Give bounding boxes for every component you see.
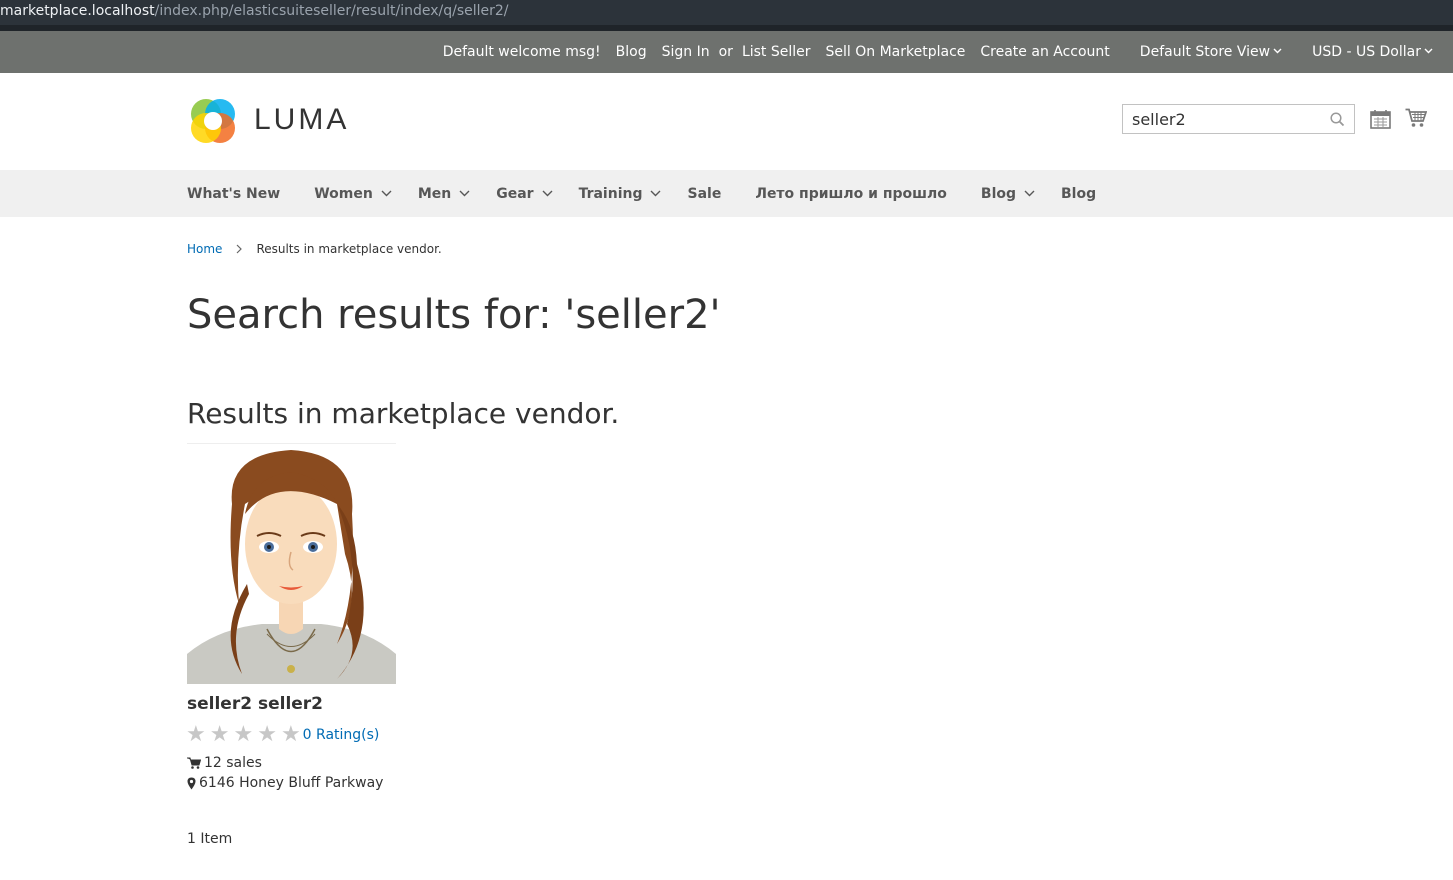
vendor-avatar-illustration [187,450,396,684]
cart-icon[interactable] [1405,108,1427,128]
chevron-down-icon [650,190,661,197]
nav-item-label: Men [417,185,452,202]
store-view-switcher[interactable]: Default Store View [1125,44,1282,60]
chevron-down-icon [542,190,553,197]
luma-logo-icon[interactable] [187,95,239,147]
blog-link[interactable]: Blog [616,44,647,60]
page-title: Search results for: 'seller2' [187,292,721,338]
nav-item-label: Gear [496,185,534,202]
url-host: marketplace.localhost [0,3,155,19]
currency-switcher[interactable]: USD - US Dollar [1297,44,1433,60]
sales-count: 12 sales [204,755,262,771]
nav-item[interactable]: Лето пришло и прошло [755,186,947,202]
section-title: Results in marketplace vendor. [187,397,620,430]
nav-item[interactable]: Blog [981,186,1035,202]
nav-item-label: What's New [187,185,281,202]
welcome-message: Default welcome msg! [442,44,601,60]
list-seller-link[interactable]: List Seller [742,44,811,60]
chevron-right-icon [237,244,243,254]
star-icon: ★ [233,722,254,747]
nav-item-label: Blog [1061,185,1097,202]
search-icon[interactable] [1330,112,1345,127]
logo-text[interactable]: LUMA [254,103,349,137]
nav-item-label: Лето пришло и прошло [755,185,947,202]
search-input[interactable]: seller2 [1132,110,1186,129]
nav-item-label: Blog [980,185,1017,202]
breadcrumb-home-link[interactable]: Home [187,242,222,256]
header-panel: Default welcome msg! Blog Sign In or Lis… [0,31,1453,74]
breadcrumb: Home Results in marketplace vendor. [187,242,442,256]
vendor-rating: ★ ★ ★ ★ ★ 0 Rating(s) [186,724,379,746]
star-icon: ★ [186,722,206,747]
breadcrumb-current: Results in marketplace vendor. [256,242,442,256]
chevron-down-icon [1024,190,1035,197]
vendor-avatar[interactable] [187,443,396,684]
nav-item[interactable]: Blog [1061,186,1096,202]
nav-item[interactable]: Sale [687,186,721,202]
sign-in-link[interactable]: Sign In [662,44,710,60]
main-navigation: What's New Women Men Gear Training Sale Лето п… [0,170,1453,217]
chevron-down-icon [1424,48,1433,54]
star-icon: ★ [209,722,230,747]
vendor-sales: 12 sales [187,755,262,771]
vendor-address: 6146 Honey Bluff Parkway [187,775,383,791]
browser-url-bar[interactable]: marketplace.localhost/index.php/elastics… [0,0,1453,25]
compare-icon[interactable] [1370,109,1391,129]
map-marker-icon [187,777,196,789]
currency-label: USD - US Dollar [1312,44,1421,60]
nav-item-label: Sale [687,185,722,202]
create-account-link[interactable]: Create an Account [980,44,1109,60]
sell-on-marketplace-link[interactable]: Sell On Marketplace [826,44,966,60]
star-icon: ★ [257,722,277,747]
nav-item[interactable]: Men [418,186,470,202]
nav-item[interactable]: Women [314,186,392,202]
rating-stars: ★ ★ ★ ★ ★ [186,724,305,746]
nav-menu: What's New Women Men Gear Training Sale Лето п… [187,170,1130,217]
page-header: LUMA seller2 [0,73,1453,170]
chevron-down-icon [381,190,392,197]
star-icon: ★ [280,722,301,747]
nav-item-label: Training [578,185,643,202]
search-field[interactable]: seller2 [1122,104,1355,134]
toolbar-amount: 1 Item [187,831,233,847]
chevron-down-icon [1273,48,1282,54]
chevron-down-icon [459,190,470,197]
url-path: /index.php/elasticsuiteseller/result/ind… [154,3,509,19]
store-view-label: Default Store View [1139,44,1271,60]
nav-item[interactable]: Training [579,186,662,202]
ratings-link[interactable]: 0 Rating(s) [303,727,380,743]
nav-item-label: Women [314,185,373,202]
nav-item[interactable]: Gear [496,185,553,202]
vendor-name-link[interactable]: seller2 seller2 [187,694,323,714]
or-text: or [718,44,733,60]
cart-icon [187,757,201,769]
nav-item[interactable]: What's New [187,186,280,202]
address-text: 6146 Honey Bluff Parkway [199,775,384,791]
header-links: Default welcome msg! Blog Sign In or Lis… [428,31,1433,73]
